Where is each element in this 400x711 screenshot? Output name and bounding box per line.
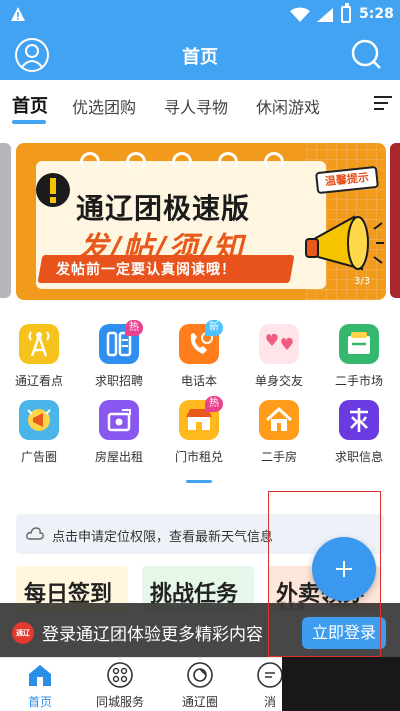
carousel-pager: 3/3 <box>354 276 371 287</box>
add-post-button[interactable] <box>312 537 376 601</box>
radio-tower-icon <box>19 324 59 364</box>
banner-ribbon-text: 发帖前一定要认真阅读哦！ <box>56 262 236 278</box>
service-job-hiring[interactable]: 热 求职招聘 <box>83 320 153 396</box>
service-second-hand-market[interactable]: 二手市场 <box>323 324 393 396</box>
home-icon <box>29 665 51 686</box>
weather-text: 点击申请定位权限，查看最新天气信息 <box>52 530 274 545</box>
category-tabs: 首页 优选团购 寻人寻物 休闲游戏 <box>0 80 400 130</box>
status-time: 5:28 <box>359 6 394 22</box>
hot-badge: 热 <box>125 320 143 336</box>
app-root: 5:28 首页 首页 优选团购 寻人寻物 休闲游戏 通辽团极速版 发/帖/须/知… <box>0 0 400 711</box>
nav-local-services[interactable]: 同城服务 <box>80 658 160 711</box>
tab-group-buy[interactable]: 优选团购 <box>72 94 136 118</box>
search-icon[interactable] <box>350 38 382 70</box>
status-bar: 5:28 <box>0 0 400 30</box>
title-bar: 首页 <box>0 30 400 80</box>
service-tongliao-news[interactable]: 通辽看点 <box>3 324 73 396</box>
carousel-prev-peek[interactable] <box>0 143 11 298</box>
banner-carousel[interactable]: 通辽团极速版 发/帖/须/知 发帖前一定要认真阅读哦！ 温馨提示 3/3 <box>16 143 386 300</box>
hearts-icon <box>259 324 299 364</box>
service-dating[interactable]: 单身交友 <box>243 324 313 396</box>
nav-tongliao-circle[interactable]: 通辽圈 <box>160 658 240 711</box>
signal-icon <box>317 8 333 22</box>
menu-icon[interactable] <box>374 96 392 110</box>
tab-lost-found[interactable]: 寻人寻物 <box>164 94 228 118</box>
cloud-icon <box>26 527 44 540</box>
wifi-icon <box>290 7 310 22</box>
dark-overlay <box>282 657 400 711</box>
app-logo: 通辽 <box>12 622 34 644</box>
warning-icon <box>11 7 25 21</box>
service-job-seeking[interactable]: 求职信息 <box>323 400 393 472</box>
grid-icon <box>107 662 133 688</box>
active-tab-indicator <box>12 120 46 124</box>
service-phone-book[interactable]: 新 电话本 <box>163 320 233 396</box>
exclamation-icon <box>36 173 70 207</box>
battery-icon <box>341 3 351 23</box>
megaphone-icon <box>19 400 59 440</box>
circle-icon <box>187 662 213 688</box>
banner-heading: 通辽团极速版 <box>76 192 251 225</box>
page-title: 首页 <box>182 47 218 68</box>
service-house-rent[interactable]: 房屋出租 <box>83 400 153 472</box>
new-badge: 新 <box>205 320 223 336</box>
login-prompt-text: 登录通辽团体验更多精彩内容 <box>42 625 263 645</box>
hot-badge: 热 <box>205 396 223 412</box>
house-key-icon <box>99 400 139 440</box>
home-icon <box>259 400 299 440</box>
nav-home[interactable]: 首页 <box>0 658 80 711</box>
megaphone-icon <box>305 215 384 271</box>
service-shop-rent[interactable]: 热 门市租兑 <box>163 396 233 472</box>
carousel-next-peek[interactable] <box>390 143 400 298</box>
service-second-hand-house[interactable]: 二手房 <box>243 400 313 472</box>
market-icon <box>339 324 379 364</box>
tab-games[interactable]: 休闲游戏 <box>256 94 320 118</box>
message-icon <box>257 662 283 688</box>
seek-icon <box>339 400 379 440</box>
tab-home[interactable]: 首页 <box>12 92 48 118</box>
service-ad-circle[interactable]: 广告圈 <box>3 400 73 472</box>
grid-page-indicator <box>186 480 212 483</box>
